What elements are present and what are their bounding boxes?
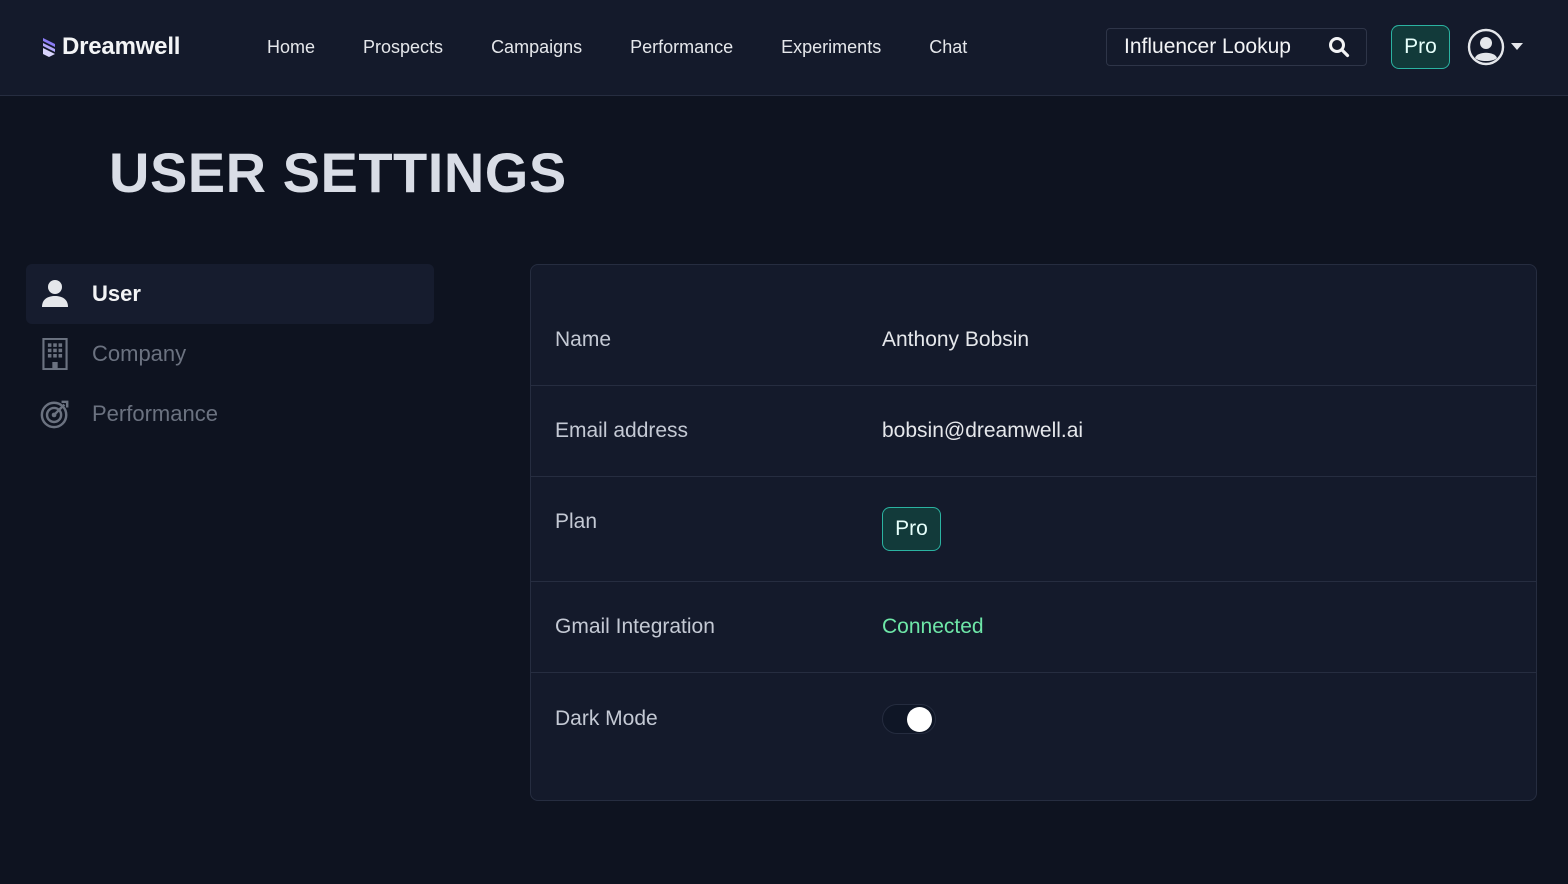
name-label: Name (555, 328, 612, 351)
influencer-lookup-label: Influencer Lookup (1124, 35, 1291, 58)
setting-row-dark-mode: Dark Mode (531, 673, 1536, 764)
influencer-lookup-button[interactable]: Influencer Lookup (1106, 28, 1367, 66)
dark-mode-label: Dark Mode (555, 706, 658, 730)
target-icon (40, 400, 69, 429)
settings-sidebar: User Company Performance (26, 264, 434, 444)
main-nav: Home Prospects Campaigns Performance Exp… (267, 33, 967, 61)
nav-home[interactable]: Home (267, 37, 315, 58)
sidebar-item-label: User (92, 281, 141, 306)
top-nav-bar: Dreamwell Home Prospects Campaigns Perfo… (0, 0, 1568, 96)
name-value: Anthony Bobsin (882, 328, 1030, 351)
nav-experiments[interactable]: Experiments (781, 37, 881, 58)
sidebar-item-label: Company (92, 341, 187, 366)
toggle-knob (907, 706, 932, 732)
nav-campaigns[interactable]: Campaigns (491, 37, 582, 58)
plan-badge[interactable]: Pro (1391, 25, 1450, 69)
user-settings-card: Name Anthony Bobsin Email address bobsin… (530, 264, 1537, 801)
plan-label: Plan (555, 510, 598, 533)
sidebar-item-label: Performance (92, 401, 218, 426)
email-label: Email address (555, 419, 689, 442)
brand-name: Dreamwell (62, 33, 181, 60)
nav-prospects[interactable]: Prospects (363, 37, 443, 58)
email-value: bobsin@dreamwell.ai (882, 419, 1084, 442)
plan-badge: Pro (882, 507, 941, 551)
brand[interactable]: Dreamwell (40, 30, 180, 64)
dreamwell-logo-icon (43, 38, 55, 57)
user-icon (42, 280, 68, 307)
sidebar-item-user[interactable]: User (26, 264, 434, 324)
dark-mode-toggle[interactable] (882, 703, 936, 734)
search-icon (1329, 37, 1350, 58)
caret-down-icon (1511, 43, 1523, 50)
nav-performance[interactable]: Performance (630, 37, 733, 58)
sidebar-item-performance[interactable]: Performance (26, 384, 434, 444)
gmail-integration-label: Gmail Integration (555, 615, 715, 638)
setting-row-plan: Plan Pro (531, 477, 1536, 582)
page-title: USER SETTINGS (109, 141, 567, 204)
setting-row-name: Name Anthony Bobsin (531, 295, 1536, 386)
setting-row-gmail: Gmail Integration Connected (531, 582, 1536, 673)
gmail-status: Connected (882, 615, 984, 638)
sidebar-item-company[interactable]: Company (26, 324, 434, 384)
nav-chat[interactable]: Chat (929, 37, 967, 58)
building-icon (42, 338, 68, 370)
setting-row-email: Email address bobsin@dreamwell.ai (531, 386, 1536, 477)
user-circle-icon (1467, 28, 1505, 66)
account-menu[interactable] (1467, 28, 1527, 66)
